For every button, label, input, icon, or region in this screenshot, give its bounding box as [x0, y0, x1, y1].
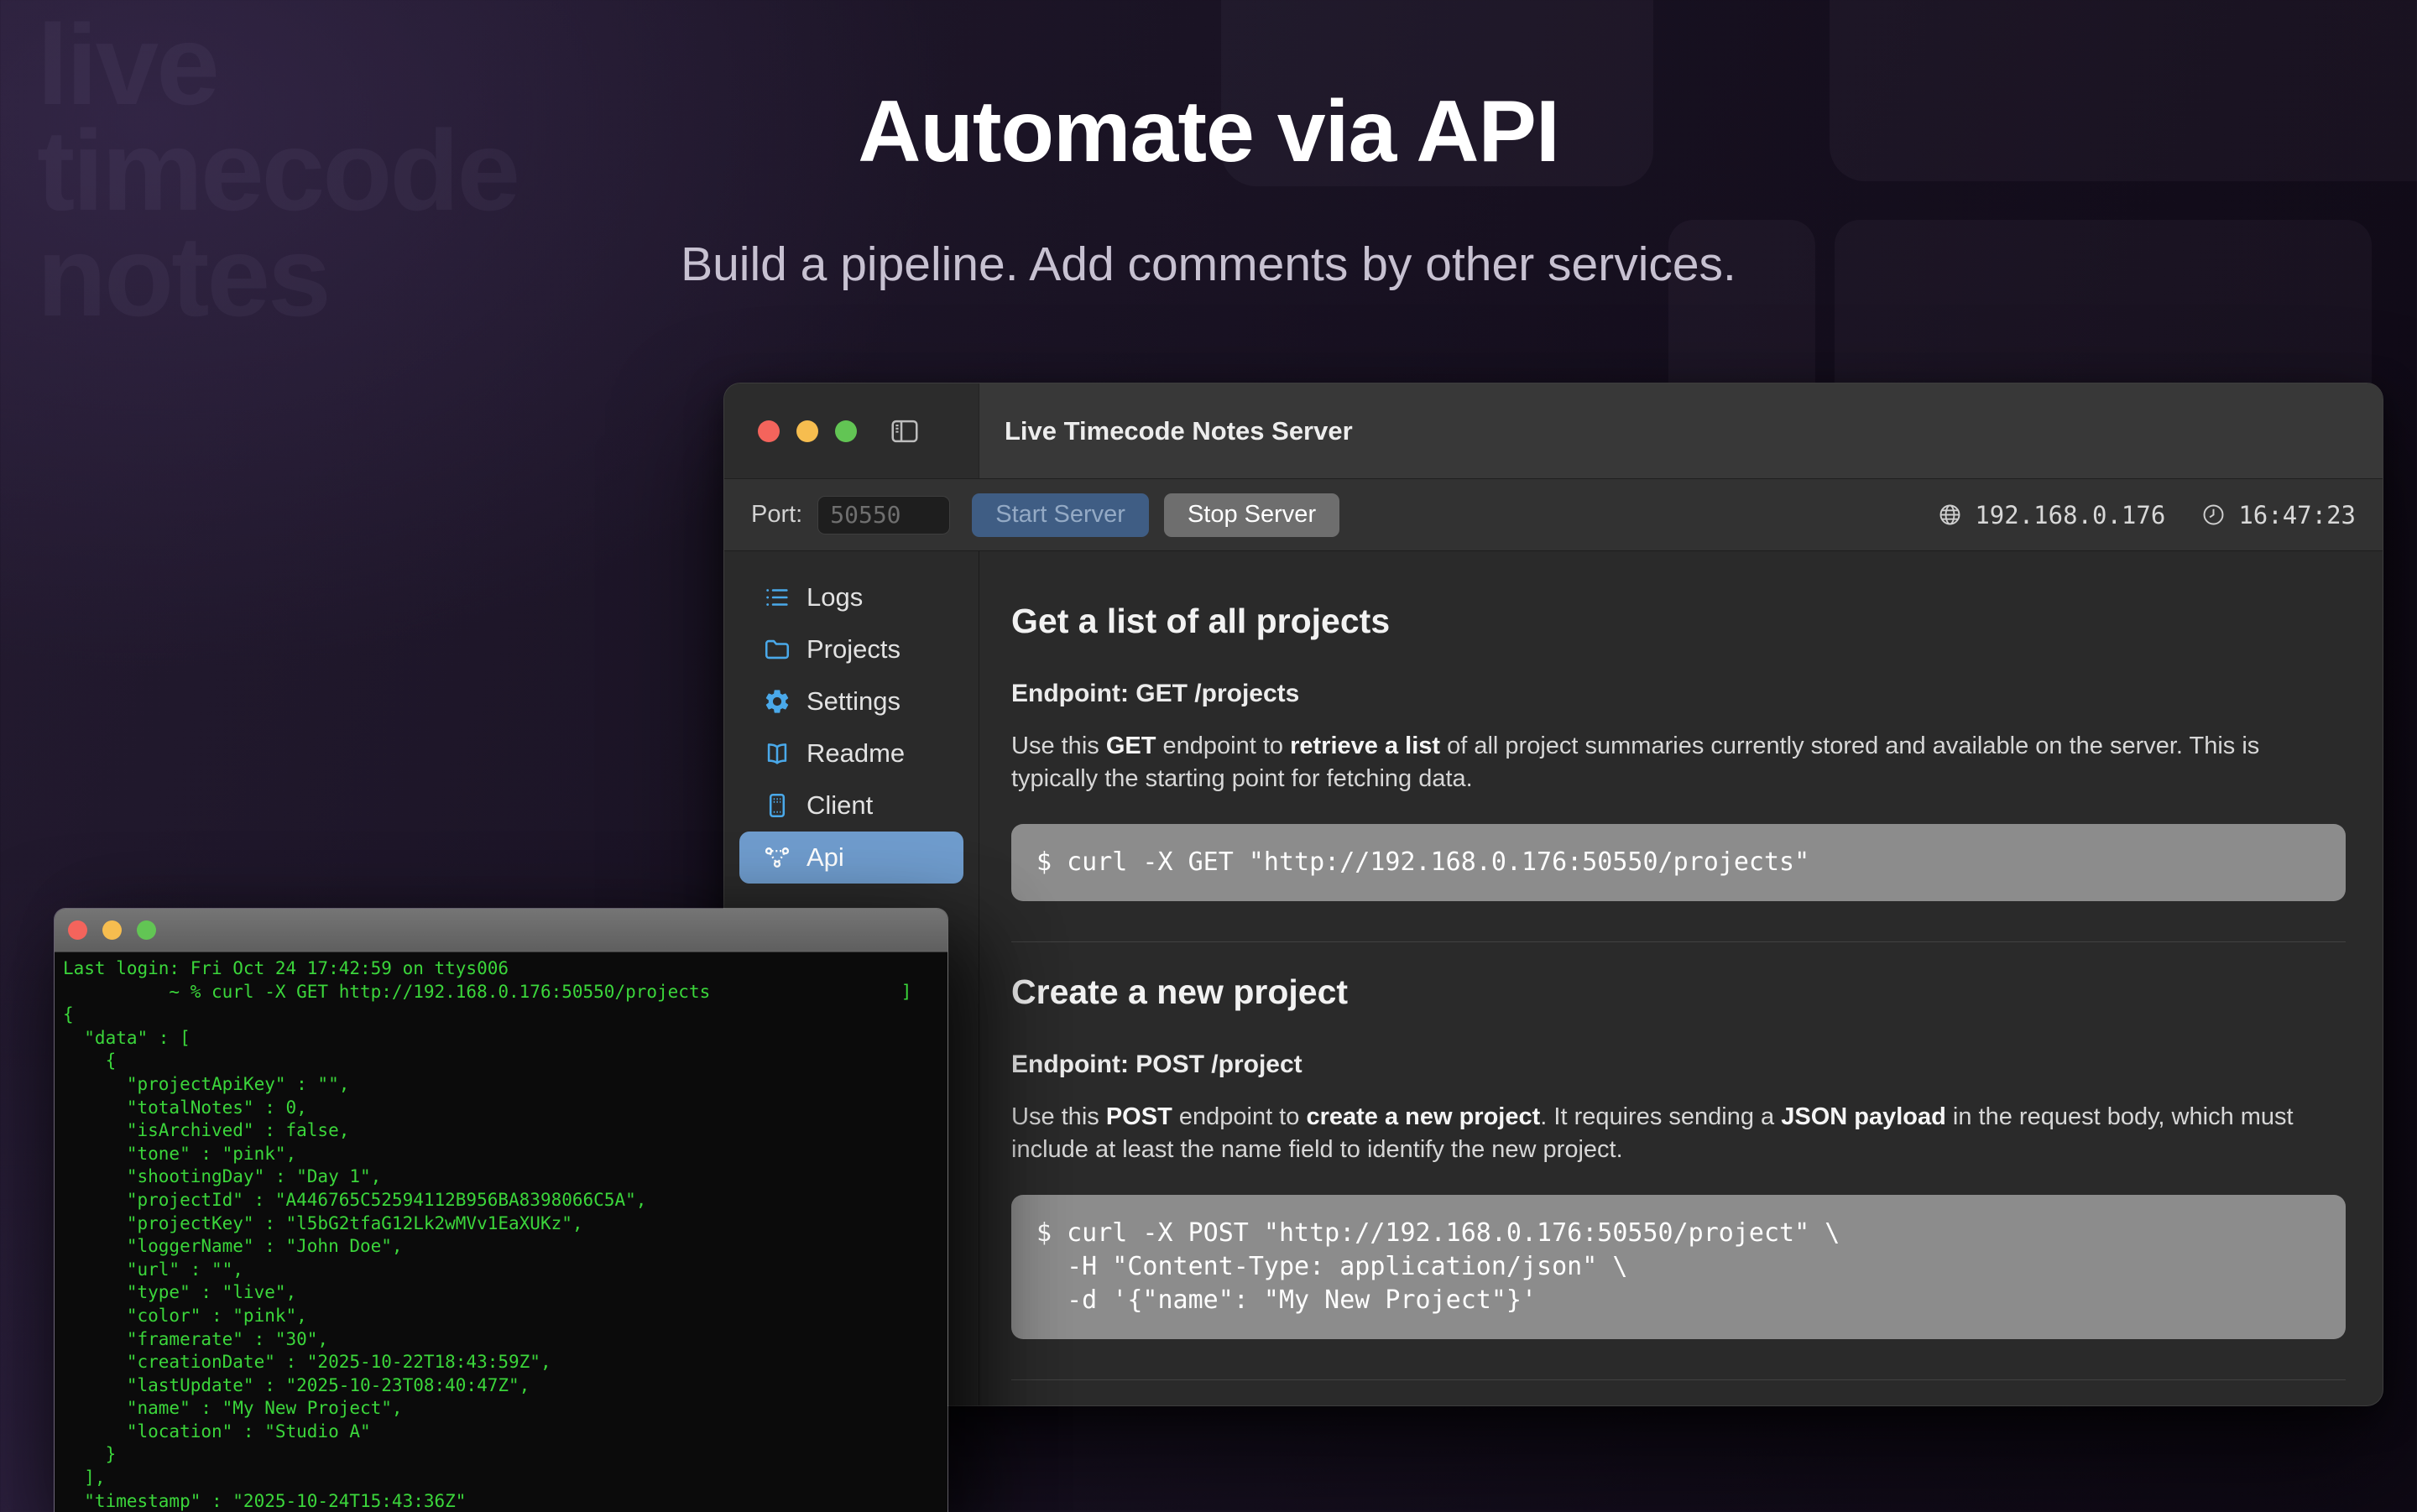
network-icon: [763, 842, 793, 873]
sidebar-item-label: Client: [807, 790, 873, 821]
sidebar-item-label: Logs: [807, 582, 863, 613]
toolbar: Port: Start Server Stop Server 192.168.0…: [724, 479, 2383, 551]
sidebar-item-logs[interactable]: Logs: [739, 571, 963, 623]
section-heading: Get a list of all projects: [1011, 602, 2346, 641]
clock-time: 16:47:23: [2238, 501, 2356, 529]
endpoint-label: Endpoint: POST /project: [1011, 1051, 2346, 1079]
zoom-button[interactable]: [835, 420, 857, 442]
sidebar-item-label: Projects: [807, 634, 901, 665]
window-title: Live Timecode Notes Server: [1005, 416, 1353, 446]
page-subtitle: Build a pipeline. Add comments by other …: [0, 237, 2417, 292]
start-server-button[interactable]: Start Server: [972, 493, 1149, 537]
minimize-button[interactable]: [102, 920, 122, 940]
ip-status: 192.168.0.176: [1937, 501, 2165, 529]
folder-icon: [763, 634, 793, 665]
port-label: Port:: [751, 501, 802, 529]
section-description: Use this POST endpoint to create a new p…: [1011, 1101, 2346, 1166]
sidebar-item-projects[interactable]: Projects: [739, 623, 963, 675]
code-snippet: $ curl -X GET "http://192.168.0.176:5055…: [1011, 824, 2346, 901]
gear-icon: [763, 686, 793, 717]
globe-icon: [1937, 502, 1963, 528]
stop-server-button[interactable]: Stop Server: [1164, 493, 1339, 537]
sidebar-item-settings[interactable]: Settings: [739, 675, 963, 727]
sidebar-item-readme[interactable]: Readme: [739, 727, 963, 779]
close-button[interactable]: [68, 920, 87, 940]
port-input[interactable]: [817, 496, 950, 534]
code-snippet: $ curl -X POST "http://192.168.0.176:505…: [1011, 1195, 2346, 1339]
section-heading: Create a new project: [1011, 972, 2346, 1012]
sidebar-item-api[interactable]: Api: [739, 832, 963, 884]
api-doc-section: Create a new project Endpoint: POST /proj…: [1011, 972, 2346, 1339]
sidebar-item-label: Api: [807, 842, 844, 873]
ip-address: 192.168.0.176: [1975, 501, 2165, 529]
sidebar-item-label: Readme: [807, 738, 905, 769]
device-icon: [763, 790, 793, 821]
titlebar-title-area: Live Timecode Notes Server: [979, 383, 2383, 478]
close-button[interactable]: [758, 420, 780, 442]
book-icon: [763, 738, 793, 769]
zoom-button[interactable]: [137, 920, 156, 940]
titlebar-sidebar-area: [724, 383, 979, 478]
terminal-window: Last login: Fri Oct 24 17:42:59 on ttys0…: [54, 908, 948, 1512]
terminal-titlebar: [55, 909, 947, 952]
sidebar-item-label: Settings: [807, 686, 901, 717]
window-body: Logs Projects Settings Readme Client Api Get …: [724, 551, 2383, 1405]
section-divider: [1011, 1379, 2346, 1380]
status-group: 192.168.0.176 16:47:23: [1937, 501, 2356, 529]
api-doc-section: Get a list of all projects Endpoint: GET …: [1011, 602, 2346, 901]
page-background: { "background": { "watermark_lines": ["l…: [0, 0, 2417, 1510]
endpoint-label: Endpoint: GET /projects: [1011, 680, 2346, 708]
sidebar-toggle-icon[interactable]: [887, 415, 922, 447]
section-divider: [1011, 941, 2346, 942]
clock-icon: [2200, 502, 2226, 528]
section-description: Use this GET endpoint to retrieve a list…: [1011, 730, 2346, 795]
sidebar-item-client[interactable]: Client: [739, 779, 963, 832]
titlebar: Live Timecode Notes Server: [724, 383, 2383, 479]
api-docs-content: Get a list of all projects Endpoint: GET …: [979, 551, 2383, 1405]
server-app-window: Live Timecode Notes Server Port: Start S…: [723, 383, 2383, 1406]
list-icon: [763, 582, 793, 613]
page-title: Automate via API: [0, 82, 2417, 182]
time-status: 16:47:23: [2200, 501, 2356, 529]
terminal-content[interactable]: Last login: Fri Oct 24 17:42:59 on ttys0…: [55, 952, 947, 1512]
minimize-button[interactable]: [796, 420, 818, 442]
